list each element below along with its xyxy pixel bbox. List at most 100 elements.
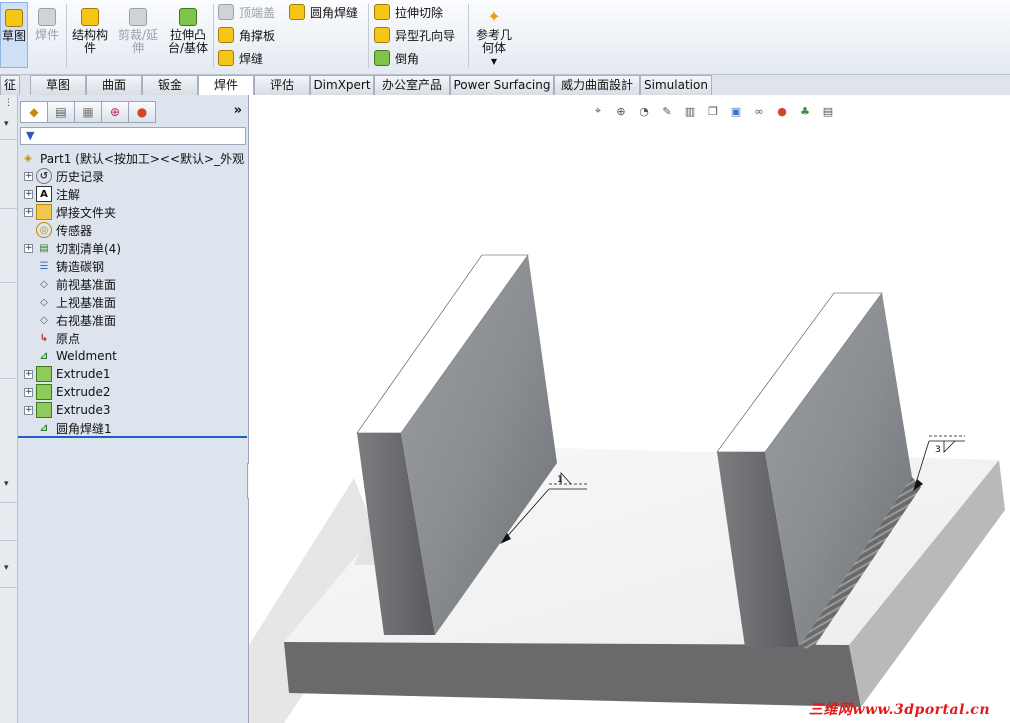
trim-extend-button[interactable]: 剪裁/延伸: [116, 2, 160, 55]
sketch-button[interactable]: 草图: [0, 2, 28, 68]
feature-tree-tab-icon[interactable]: ◆: [20, 101, 48, 123]
tree-item-label: Weldment: [56, 349, 117, 363]
separator: [0, 282, 17, 283]
weld-folder-icon: [36, 204, 52, 220]
tree-filter-input[interactable]: ▼: [20, 127, 246, 145]
tree-item-annotations[interactable]: + A 注解: [24, 185, 80, 203]
trim-extend-label: 剪裁/延伸: [117, 28, 159, 55]
weld-bead-label: 焊缝: [239, 51, 264, 66]
tree-item-label: 上视基准面: [56, 295, 117, 310]
expand-icon[interactable]: +: [24, 387, 33, 397]
tab-weldments[interactable]: 焊件: [198, 75, 254, 96]
extrude-cut-button[interactable]: 拉伸切除: [374, 2, 443, 22]
tree-item-top-plane[interactable]: ◇ 上视基准面: [36, 293, 116, 311]
weld-bead-button[interactable]: 焊缝: [218, 48, 263, 68]
configuration-manager-tab-icon[interactable]: ▦: [74, 101, 102, 123]
cut-list-icon: ▤: [39, 242, 49, 254]
fillet-bead-button[interactable]: 圆角焊缝: [289, 2, 358, 22]
ribbon-separator: [368, 4, 369, 68]
extrude-icon: [36, 366, 52, 382]
tab-surfaces[interactable]: 曲面: [86, 75, 142, 95]
model-viewport: 1 3: [249, 254, 1005, 723]
display-manager-tab-icon[interactable]: ●: [128, 101, 156, 123]
tree-item-label: 历史记录: [56, 169, 105, 184]
tree-item-extrude3[interactable]: + Extrude3: [24, 401, 111, 419]
chamfer-label: 倒角: [395, 51, 420, 66]
structural-member-icon: [81, 8, 99, 26]
extrude-icon: [36, 402, 52, 418]
reference-geometry-button[interactable]: ✦ 参考几何体 ▼: [474, 2, 514, 68]
tree-item-extrude1[interactable]: + Extrude1: [24, 365, 111, 383]
separator: [0, 378, 17, 379]
separator: [0, 208, 17, 209]
reference-geometry-label: 参考几何体: [475, 28, 512, 55]
tab-simulation[interactable]: Simulation: [640, 75, 712, 95]
expand-icon[interactable]: +: [24, 405, 33, 415]
tree-item-weld-folder[interactable]: + 焊接文件夹: [24, 203, 116, 221]
expand-icon[interactable]: +: [24, 207, 33, 217]
tree-item-sensors[interactable]: ◎ 传感器: [36, 221, 92, 239]
tree-item-cut-list[interactable]: + ▤ 切割清单(4): [24, 239, 121, 257]
fillet-bead-label: 圆角焊缝: [310, 5, 359, 20]
tree-item-weldment[interactable]: ⊿ Weldment: [36, 347, 117, 365]
gusset-button[interactable]: 角撑板: [218, 25, 275, 45]
structural-member-button[interactable]: 结构构件: [70, 2, 110, 55]
end-cap-button[interactable]: 顶端盖: [218, 2, 275, 22]
material-icon: ☰: [39, 260, 49, 272]
expand-icon[interactable]: +: [24, 189, 33, 199]
separator: [0, 502, 17, 503]
left-task-strip: ⋮ ▾ ▾ ▾: [0, 95, 18, 723]
tree-item-front-plane[interactable]: ◇ 前视基准面: [36, 275, 116, 293]
reference-geometry-icon: ✦: [487, 7, 501, 26]
extrude-boss-button[interactable]: 拉伸凸台/基体: [166, 2, 210, 55]
tree-item-origin[interactable]: ↳ 原点: [36, 329, 80, 347]
extrude-boss-icon: [179, 8, 197, 26]
tab-features[interactable]: 征: [0, 75, 20, 95]
tree-item-label: Extrude3: [56, 403, 111, 417]
base-plate-front-face: [284, 642, 861, 707]
panel-more-arrows-icon[interactable]: »: [234, 103, 242, 118]
expand-icon[interactable]: +: [24, 171, 33, 181]
tab-power-surfacing[interactable]: Power Surfacing: [450, 75, 554, 95]
dimxpert-manager-tab-icon[interactable]: ⊕: [101, 101, 129, 123]
tree-item-label: Extrude1: [56, 367, 111, 381]
history-icon: ↺: [36, 168, 52, 184]
tree-item-extrude2[interactable]: + Extrude2: [24, 383, 111, 401]
extrude-cut-icon: [374, 4, 390, 20]
plane-icon: ◇: [40, 278, 48, 290]
hole-wizard-button[interactable]: 异型孔向导: [374, 25, 455, 45]
end-cap-label: 顶端盖: [239, 5, 276, 20]
tab-evaluate[interactable]: 评估: [254, 75, 310, 95]
separator: [0, 139, 17, 140]
graphics-area[interactable]: ⌖ ⊕ ◔ ✎ ▥ ❒ ▣ ∞ ● ♣ ▤ 1 3 三维网www.3dporta…: [249, 95, 1010, 723]
tree-item-part1[interactable]: ◈ Part1 (默认<按加工><<默认>_外观: [20, 149, 244, 167]
solidworks-window: 草图 焊件 结构构件 剪裁/延伸 拉伸凸台/基体 顶端盖 角撑板 焊缝 圆角焊缝…: [0, 0, 1010, 723]
tree-item-label: Extrude2: [56, 385, 111, 399]
rollback-bar[interactable]: [18, 436, 247, 438]
tree-item-history[interactable]: + ↺ 历史记录: [24, 167, 104, 185]
property-manager-tab-icon[interactable]: ▤: [47, 101, 75, 123]
tab-sheet-metal[interactable]: 钣金: [142, 75, 198, 95]
expand-icon[interactable]: +: [24, 243, 33, 253]
plane-icon: ◇: [40, 296, 48, 308]
tree-item-fillet-bead1[interactable]: ⊿ 圆角焊缝1: [36, 419, 112, 437]
hole-wizard-label: 异型孔向导: [395, 28, 456, 43]
tab-dimxpert[interactable]: DimXpert: [310, 75, 374, 95]
tree-item-material[interactable]: ☰ 铸造碳钢: [36, 257, 105, 275]
annotation-icon: A: [36, 186, 52, 202]
chevron-down-icon[interactable]: ▾: [4, 563, 9, 573]
chevron-down-icon[interactable]: ▾: [4, 479, 9, 489]
weldment-button[interactable]: 焊件: [31, 2, 63, 42]
tab-sketch[interactable]: 草图: [30, 75, 86, 95]
tab-office-products[interactable]: 办公室产品: [374, 75, 450, 95]
tree-item-label: 注解: [56, 187, 81, 202]
chevron-down-icon[interactable]: ▾: [4, 119, 9, 129]
panel-tabs: ◆ ▤ ▦ ⊕ ●: [20, 101, 156, 125]
tree-item-label: 前视基准面: [56, 277, 117, 292]
origin-icon: ↳: [39, 332, 49, 344]
sketch-icon: [5, 9, 23, 27]
tab-weili-surfaces[interactable]: 威力曲面設計: [554, 75, 640, 95]
chamfer-button[interactable]: 倒角: [374, 48, 419, 68]
expand-icon[interactable]: +: [24, 369, 33, 379]
tree-item-right-plane[interactable]: ◇ 右视基准面: [36, 311, 116, 329]
